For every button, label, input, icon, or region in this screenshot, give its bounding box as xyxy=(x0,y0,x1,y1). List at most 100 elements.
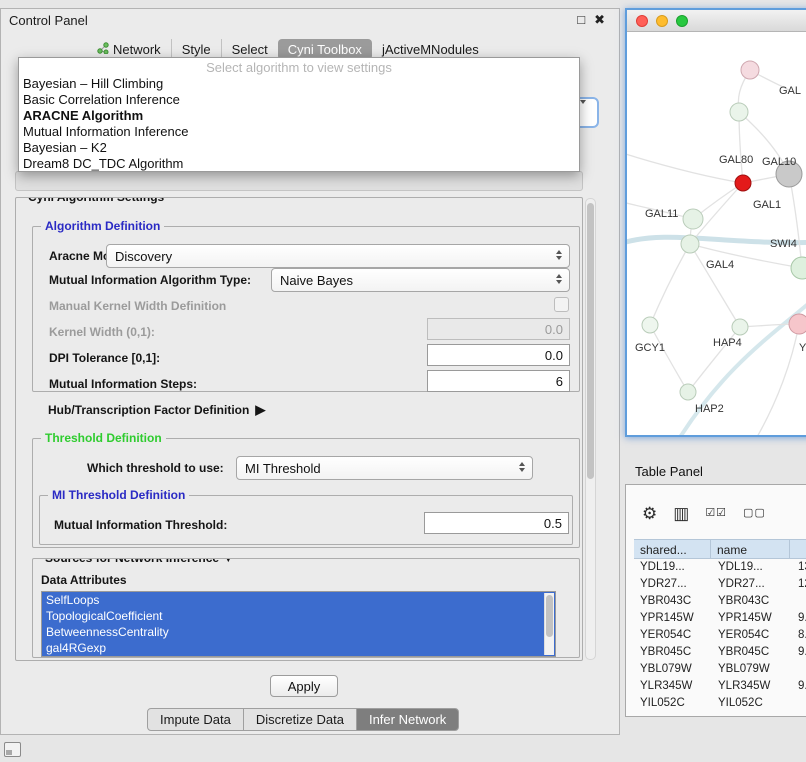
window-title: Control Panel xyxy=(9,13,88,28)
table-row[interactable]: YBR045CYBR045C9. xyxy=(634,644,806,661)
mi-type-select[interactable]: Naive Bayes xyxy=(271,268,570,292)
table-row[interactable]: YDR27...YDR27...12 xyxy=(634,576,806,593)
close-window-icon[interactable]: ✖ xyxy=(594,12,605,28)
table-cell: YBR045C xyxy=(712,644,792,661)
table-cell: YLR345W xyxy=(712,678,792,695)
attribute-item[interactable]: TopologicalCoefficient xyxy=(42,608,555,624)
table-row[interactable]: YDL19...YDL19...13 xyxy=(634,559,806,576)
table-cell: YBR045C xyxy=(634,644,712,661)
sources-group: Sources for Network Inference ▼ Data Att… xyxy=(32,558,580,658)
network-node[interactable] xyxy=(741,61,759,79)
attribute-item[interactable]: SelfLoops xyxy=(42,592,555,608)
scrollbar-thumb[interactable] xyxy=(546,595,553,637)
table-row[interactable]: YPR145WYPR145W9. xyxy=(634,610,806,627)
mi-threshold-field[interactable]: 0.5 xyxy=(424,512,569,534)
table-row[interactable]: YER054CYER054C8. xyxy=(634,627,806,644)
mi-steps-label: Mutual Information Steps: xyxy=(49,377,197,391)
which-threshold-select[interactable]: MI Threshold xyxy=(236,456,533,480)
network-graph: GALGAL80GAL10GAL11GAL1SWI4GAL4GCY1HAP4YH… xyxy=(627,32,806,435)
column-header[interactable]: shared... xyxy=(634,539,711,559)
menu-item[interactable]: Dream8 DC_TDC Algorithm xyxy=(19,156,579,172)
network-node[interactable] xyxy=(730,103,748,121)
table-cell: YER054C xyxy=(634,627,712,644)
table-row[interactable]: YBR043CYBR043C xyxy=(634,593,806,610)
column-header[interactable] xyxy=(789,539,806,559)
group-title: Threshold Definition xyxy=(41,431,166,445)
network-node[interactable] xyxy=(735,175,751,191)
scrollbar-thumb[interactable] xyxy=(587,203,594,479)
data-attributes-list: SelfLoopsTopologicalCoefficientBetweenne… xyxy=(41,591,556,657)
tab-label: jActiveMNodules xyxy=(382,42,479,57)
network-node[interactable] xyxy=(791,257,806,279)
select-all-checks-icon[interactable]: ☑☑ xyxy=(705,505,727,522)
node-label: GAL1 xyxy=(753,199,781,211)
tab-discretize-data[interactable]: Discretize Data xyxy=(243,708,357,731)
float-window-icon[interactable]: □ xyxy=(577,12,585,28)
network-edge xyxy=(739,112,743,183)
network-node[interactable] xyxy=(732,319,748,335)
combo-arrows-icon xyxy=(556,250,562,260)
mi-threshold-label: Mutual Information Threshold: xyxy=(54,518,227,532)
dpi-tolerance-field[interactable]: 0.0 xyxy=(427,344,570,366)
table-cell xyxy=(792,593,806,610)
attribute-item[interactable]: gal4RGexp xyxy=(42,640,555,656)
table-row[interactable]: YLR345WYLR345W9. xyxy=(634,678,806,695)
network-canvas[interactable]: GALGAL80GAL10GAL11GAL1SWI4GAL4GCY1HAP4YH… xyxy=(627,32,806,435)
aracne-mode-select[interactable]: Discovery xyxy=(106,244,570,268)
network-node[interactable] xyxy=(642,317,658,333)
settings-scrollbar[interactable] xyxy=(585,198,596,660)
restore-panel-icon[interactable] xyxy=(4,742,21,757)
zoom-traffic-light[interactable] xyxy=(676,15,688,27)
menu-item[interactable]: Bayesian – K2 xyxy=(19,140,579,156)
table-row[interactable]: YBL079WYBL079W xyxy=(634,661,806,678)
which-threshold-label: Which threshold to use: xyxy=(87,461,224,475)
network-window-titlebar[interactable] xyxy=(627,10,806,32)
menu-item[interactable]: Basic Correlation Inference xyxy=(19,92,579,108)
list-scrollbar[interactable] xyxy=(544,593,554,655)
hub-tf-definition-toggle[interactable]: Hub/Transcription Factor Definition ▶ xyxy=(48,402,265,418)
node-label: GCY1 xyxy=(635,342,665,354)
network-node[interactable] xyxy=(681,235,699,253)
apply-button[interactable]: Apply xyxy=(270,675,338,697)
network-node[interactable] xyxy=(789,314,806,334)
node-label: GAL10 xyxy=(762,156,796,168)
manual-kernel-checkbox[interactable] xyxy=(554,297,569,312)
table-cell xyxy=(792,661,806,678)
columns-icon[interactable]: ▥ xyxy=(673,505,689,522)
minimize-traffic-light[interactable] xyxy=(656,15,668,27)
attribute-item[interactable]: BetweennessCentrality xyxy=(42,624,555,640)
deselect-all-icon[interactable]: ▢▢ xyxy=(743,505,766,522)
table-cell xyxy=(792,695,806,712)
network-node[interactable] xyxy=(680,384,696,400)
network-node[interactable] xyxy=(683,209,703,229)
network-edge xyxy=(650,325,688,392)
group-title: MI Threshold Definition xyxy=(48,488,189,502)
tab-infer-network[interactable]: Infer Network xyxy=(356,708,459,731)
table-panel-title: Table Panel xyxy=(635,464,703,479)
node-label: HAP2 xyxy=(695,403,724,415)
group-title: Algorithm Definition xyxy=(41,219,164,233)
menu-item[interactable]: Mutual Information Inference xyxy=(19,124,579,140)
mi-steps-field[interactable]: 6 xyxy=(427,370,570,392)
sources-toggle[interactable]: Sources for Network Inference ▼ xyxy=(41,558,238,565)
data-attributes-label: Data Attributes xyxy=(41,573,127,587)
kernel-width-label: Kernel Width (0,1): xyxy=(49,325,155,339)
table-cell: YLR345W xyxy=(634,678,712,695)
node-label: GAL4 xyxy=(706,259,734,271)
table-row[interactable]: YIL052CYIL052C xyxy=(634,695,806,712)
menu-item[interactable]: ARACNE Algorithm xyxy=(19,108,579,124)
tab-impute-data[interactable]: Impute Data xyxy=(147,708,244,731)
column-header[interactable]: name xyxy=(710,539,790,559)
algorithm-dropdown-menu: Select algorithm to view settings Bayesi… xyxy=(18,57,580,172)
table-cell: YDL19... xyxy=(634,559,712,576)
gear-icon[interactable]: ⚙ xyxy=(642,505,657,522)
close-traffic-light[interactable] xyxy=(636,15,648,27)
table-cell: YBL079W xyxy=(712,661,792,678)
node-label: GAL80 xyxy=(719,154,753,166)
table-cell: 13 xyxy=(792,559,806,576)
expand-arrow-icon: ▶ xyxy=(255,402,265,418)
menu-item[interactable]: Bayesian – Hill Climbing xyxy=(19,76,579,92)
hub-tf-label: Hub/Transcription Factor Definition xyxy=(48,403,249,417)
table-panel-window: ⚙ ▥ ☑☑ ▢▢ shared...name YDL19...YDL19...… xyxy=(625,484,806,717)
table-cell: YBR043C xyxy=(634,593,712,610)
